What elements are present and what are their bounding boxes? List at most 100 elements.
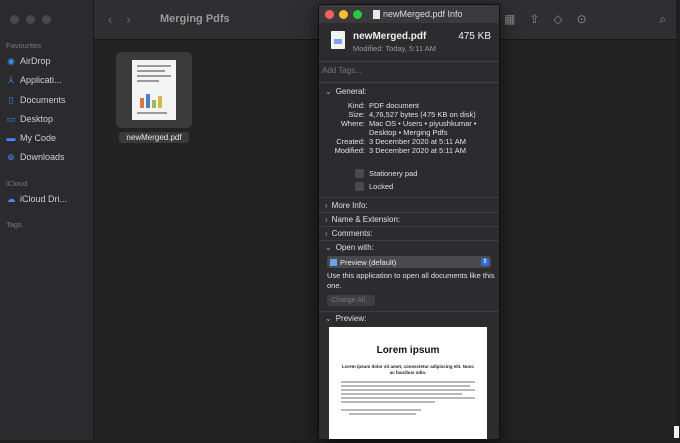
row-value: 4,76,527 bytes (475 KB on disk) (369, 110, 476, 119)
info-window-title: newMerged.pdf Info (373, 9, 463, 19)
row-value: Desktop • Merging Pdfs (369, 128, 448, 137)
divider (319, 226, 499, 227)
divider (319, 240, 499, 241)
row-key: Created: (336, 137, 365, 146)
folder-icon: ▬ (6, 133, 16, 143)
modified-summary: Modified: Today, 5:11 AM (353, 44, 436, 53)
zoom-button[interactable] (353, 9, 362, 19)
row-value: 3 December 2020 at 5:11 AM (369, 146, 467, 155)
sidebar-item-desktop[interactable]: ▭ Desktop (6, 111, 92, 127)
chevron-right-icon: › (325, 215, 328, 224)
desktop-icon: ▭ (6, 113, 16, 124)
sidebar-item-label: Downloads (20, 152, 65, 162)
name-extension-section-toggle[interactable]: › Name & Extension: (325, 215, 400, 224)
icloud-heading: iCloud (6, 179, 28, 188)
sidebar-item-airdrop[interactable]: ◉ AirDrop (6, 53, 92, 69)
divider (319, 311, 499, 312)
preview-title: Lorem ipsum (376, 345, 440, 356)
preview-text-line (341, 409, 422, 411)
minimize-button[interactable] (26, 15, 35, 24)
sidebar-item-my-code[interactable]: ▬ My Code (6, 130, 92, 146)
checkbox[interactable] (355, 169, 364, 178)
sidebar: Favourites ◉ AirDrop ⅄ Applicati... ▯ Do… (0, 0, 94, 440)
section-label: More Info: (331, 201, 368, 210)
toolbar-actions: ▦ ⇧ ◇ ⊙ (504, 12, 587, 26)
pdf-icon (331, 31, 345, 49)
sidebar-item-icloud-drive[interactable]: ☁ iCloud Dri... (6, 191, 92, 207)
comments-section-toggle[interactable]: › Comments: (325, 229, 373, 238)
change-all-button[interactable]: Change All... (327, 295, 375, 306)
file-size: 475 KB (458, 31, 491, 42)
section-label: Comments: (331, 229, 373, 238)
row-value: PDF document (369, 101, 420, 110)
file-item[interactable]: newMerged.pdf (116, 52, 192, 143)
sidebar-item-label: My Code (20, 133, 57, 143)
info-titlebar: newMerged.pdf Info (319, 5, 499, 23)
preview-text-line (341, 385, 470, 387)
view-grid-icon[interactable]: ▦ (504, 12, 515, 26)
info-header: newMerged.pdf 475 KB Modified: Today, 5:… (327, 29, 493, 59)
divider (319, 212, 499, 213)
preview-text-line (341, 397, 475, 399)
favourites-heading: Favourites (6, 41, 42, 50)
row-key: Modified: (334, 146, 365, 155)
zoom-button[interactable] (42, 15, 51, 24)
row-value: 3 December 2020 at 5:11 AM (369, 137, 467, 146)
tags-heading: Tags (6, 220, 22, 229)
checkbox-label: Stationery pad (369, 169, 418, 178)
sidebar-item-downloads[interactable]: ⊕ Downloads (6, 149, 92, 165)
sidebar-item-documents[interactable]: ▯ Documents (6, 92, 92, 108)
row-key: Where: (340, 119, 365, 128)
window-title: Merging Pdfs (160, 13, 230, 25)
chevron-right-icon: › (325, 229, 328, 238)
pdf-icon (132, 60, 176, 120)
finder-window-controls (10, 15, 51, 24)
share-icon[interactable]: ⇧ (529, 12, 539, 26)
sidebar-item-label: iCloud Dri... (20, 194, 68, 204)
general-section-toggle[interactable]: ⌄ General: (325, 87, 366, 96)
preview-text-line (341, 401, 435, 403)
row-key: Size: (348, 110, 365, 119)
preview-text-line (341, 393, 462, 395)
open-with-section-toggle[interactable]: ⌄ Open with: (325, 243, 374, 252)
chevron-down-icon: ⌄ (325, 314, 332, 323)
checkbox[interactable] (355, 182, 364, 191)
preview-section-toggle[interactable]: ⌄ Preview: (325, 314, 366, 323)
search-icon[interactable]: ⌕ (659, 12, 666, 27)
row-key: Kind: (347, 101, 365, 110)
section-label: Name & Extension: (331, 215, 401, 224)
checkbox-label: Locked (369, 182, 394, 191)
tag-icon[interactable]: ◇ (553, 12, 562, 26)
navigation-buttons: ‹ › (108, 12, 131, 27)
back-icon[interactable]: ‹ (108, 12, 112, 27)
more-info-section-toggle[interactable]: › More Info: (325, 201, 368, 210)
preview-bullet-line (349, 413, 416, 415)
divider (319, 197, 499, 198)
close-button[interactable] (325, 9, 334, 19)
sidebar-item-applications[interactable]: ⅄ Applicati... (6, 72, 92, 88)
airdrop-icon: ◉ (7, 55, 15, 66)
select-value: Preview (default) (340, 257, 397, 267)
locked-checkbox[interactable]: Locked (355, 182, 393, 191)
sidebar-item-label: Documents (20, 95, 66, 105)
preview-text-line (341, 389, 475, 391)
chevron-down-icon: ⌄ (325, 87, 332, 96)
stationery-pad-checkbox[interactable]: Stationery pad (355, 169, 417, 178)
file-thumbnail (116, 52, 192, 128)
forward-icon[interactable]: › (126, 12, 130, 27)
row-value: Mac OS • Users • piyushkumar • (369, 119, 477, 128)
file-name: newMerged.pdf (353, 31, 427, 42)
sidebar-item-label: Applicati... (20, 75, 62, 85)
preview-app-icon (330, 258, 337, 266)
info-window: newMerged.pdf Info newMerged.pdf 475 KB … (318, 4, 500, 440)
close-button[interactable] (10, 15, 19, 24)
file-name[interactable]: newMerged.pdf (119, 132, 189, 143)
more-actions-icon[interactable]: ⊙ (577, 12, 587, 26)
open-with-select[interactable]: Preview (default) ⇕ (327, 256, 491, 268)
chevron-updown-icon: ⇕ (481, 258, 489, 266)
tags-field[interactable]: Add Tags... (319, 61, 499, 83)
sidebar-item-label: AirDrop (20, 56, 51, 66)
document-preview: Lorem ipsum Lorem ipsum dolor sit amet, … (329, 327, 487, 439)
minimize-button[interactable] (339, 9, 348, 19)
info-title-text: newMerged.pdf Info (383, 9, 463, 19)
